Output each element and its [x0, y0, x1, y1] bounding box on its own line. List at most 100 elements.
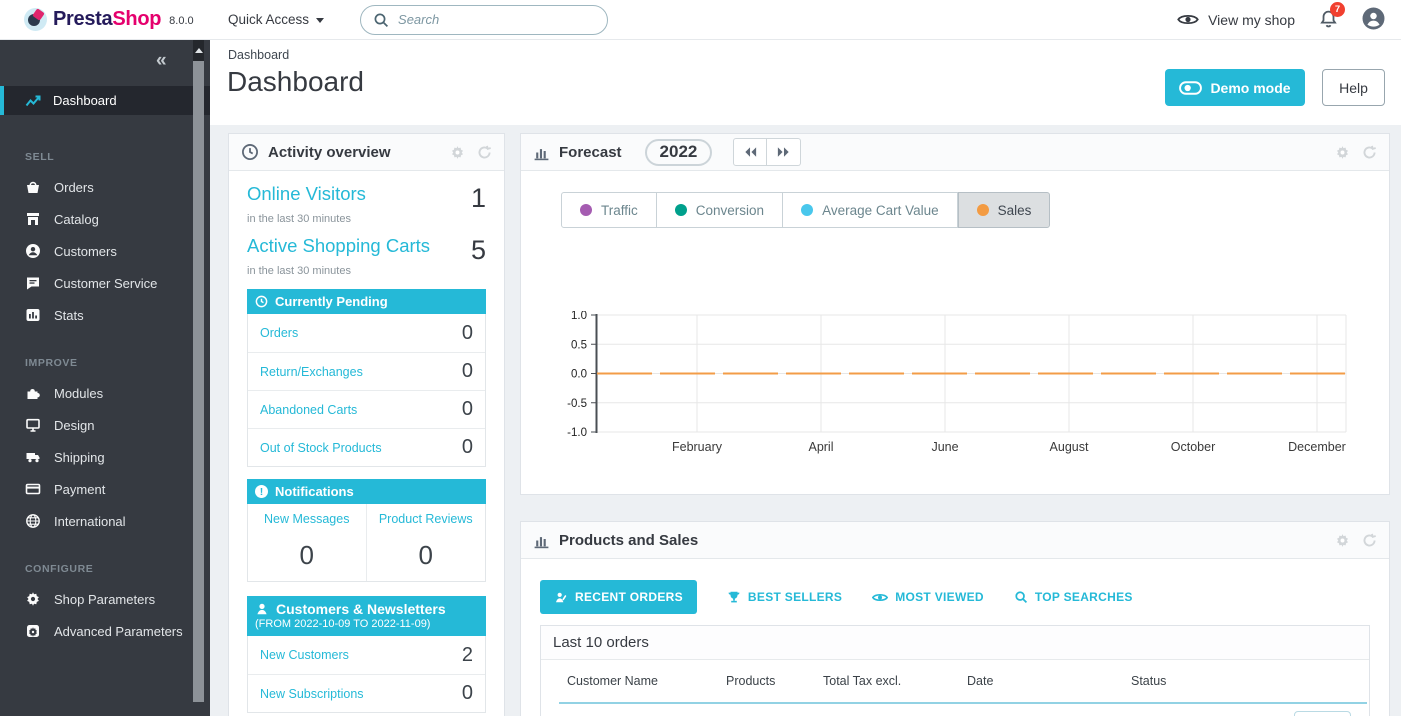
col-status: Status [1131, 674, 1166, 688]
active-carts-value: 5 [471, 237, 486, 264]
svg-text:October: October [1171, 440, 1215, 454]
activity-overview-panel: Activity overview Online Visitors 1 in t… [228, 133, 505, 716]
notifications-grid: New Messages 0 Product Reviews 0 [247, 504, 486, 582]
search-box[interactable] [360, 5, 608, 35]
page-header: Dashboard Dashboard Demo mode Help [210, 40, 1401, 125]
online-visitors-metric: Online Visitors 1 [247, 183, 486, 212]
new-customers-row: New Customers 2 [248, 636, 485, 674]
pending-outofstock-link[interactable]: Out of Stock Products [260, 441, 382, 455]
active-carts-label[interactable]: Active Shopping Carts [247, 235, 430, 257]
panel-refresh-icon[interactable] [1362, 533, 1377, 548]
credit-card-icon [25, 481, 41, 497]
svg-text:December: December [1288, 440, 1346, 454]
product-reviews-link[interactable]: Product Reviews [371, 512, 482, 526]
panel-settings-icon[interactable] [450, 145, 465, 160]
panel-refresh-icon[interactable] [1362, 145, 1377, 160]
pending-returns-link[interactable]: Return/Exchanges [260, 365, 363, 379]
forecast-next-button[interactable] [767, 138, 801, 166]
help-button[interactable]: Help [1322, 69, 1385, 106]
svg-text:February: February [672, 440, 723, 454]
sidebar-item-design[interactable]: Design [0, 409, 210, 441]
tab-top-searches[interactable]: TOP SEARCHES [1014, 590, 1133, 604]
user-avatar[interactable] [1362, 7, 1385, 35]
new-subscriptions-link[interactable]: New Subscriptions [260, 687, 364, 701]
sidebar-item-customers[interactable]: Customers [0, 235, 210, 267]
view-my-shop-link[interactable]: View my shop [1177, 12, 1295, 28]
brand-name: PrestaShop [53, 8, 161, 31]
forecast-panel-title: Forecast [559, 144, 622, 161]
quick-access-dropdown[interactable]: Quick Access [228, 12, 324, 27]
panel-refresh-icon[interactable] [477, 145, 492, 160]
sidebar-item-payment[interactable]: Payment [0, 473, 210, 505]
gear-square-icon [25, 623, 41, 639]
sidebar-item-shop-parameters[interactable]: Shop Parameters [0, 583, 210, 615]
puzzle-icon [25, 385, 41, 401]
forecast-prev-button[interactable] [733, 138, 767, 166]
demo-mode-button[interactable]: Demo mode [1165, 69, 1305, 106]
tab-recent-orders[interactable]: RECENT ORDERS [540, 580, 697, 614]
sidebar-item-catalog[interactable]: Catalog [0, 203, 210, 235]
sidebar-item-international[interactable]: International [0, 505, 210, 537]
products-tabs: RECENT ORDERS BEST SELLERS MOST VIEWED [540, 580, 1370, 614]
conversion-dot-icon [675, 204, 687, 216]
new-subscriptions-row: New Subscriptions 0 [248, 674, 485, 712]
tab-traffic[interactable]: Traffic [561, 192, 657, 228]
brand[interactable]: PrestaShop 8.0.0 [0, 8, 212, 31]
tab-sales[interactable]: Sales [958, 192, 1051, 228]
notification-count-badge: 7 [1330, 2, 1345, 17]
orders-table-header: Customer Name Products Total Tax excl. D… [541, 674, 1369, 694]
new-messages-link[interactable]: New Messages [252, 512, 362, 526]
online-visitors-sub: in the last 30 minutes [247, 213, 486, 225]
tab-conversion[interactable]: Conversion [657, 192, 783, 228]
chat-icon [25, 275, 41, 291]
sidebar-item-dashboard[interactable]: Dashboard [0, 86, 210, 115]
svg-text:April: April [808, 440, 833, 454]
person-circle-icon [25, 243, 41, 259]
search-input[interactable] [398, 12, 595, 27]
traffic-dot-icon [580, 204, 592, 216]
acv-dot-icon [801, 204, 813, 216]
pending-list: Orders 0 Return/Exchanges 0 Abandoned Ca… [247, 314, 486, 467]
scrollbar-thumb[interactable] [193, 61, 204, 702]
activity-panel-title: Activity overview [268, 144, 391, 161]
panel-settings-icon[interactable] [1335, 145, 1350, 160]
tab-most-viewed[interactable]: MOST VIEWED [872, 590, 984, 604]
forecast-year-pill[interactable]: 2022 [645, 139, 713, 166]
sidebar-section-improve: IMPROVE [0, 357, 210, 369]
sidebar-item-orders[interactable]: Orders [0, 171, 210, 203]
sidebar-item-modules[interactable]: Modules [0, 377, 210, 409]
sidebar-scrollbar [193, 40, 204, 716]
pending-returns-row: Return/Exchanges 0 [248, 352, 485, 390]
eye-icon [1177, 13, 1199, 26]
pending-orders-row: Orders 0 [248, 314, 485, 352]
monitor-icon [25, 417, 41, 433]
sidebar-collapse-button[interactable]: « [156, 50, 167, 72]
notifications-bell[interactable]: 7 [1319, 9, 1338, 33]
pending-abandoned-link[interactable]: Abandoned Carts [260, 403, 357, 417]
order-details-button[interactable] [1294, 711, 1351, 716]
new-customers-link[interactable]: New Customers [260, 648, 349, 662]
customers-list: New Customers 2 New Subscriptions 0 [247, 636, 486, 713]
sidebar-item-stats[interactable]: Stats [0, 299, 210, 331]
gear-icon [25, 591, 41, 607]
currently-pending-header: Currently Pending [247, 289, 486, 314]
scroll-up-button[interactable] [193, 40, 204, 61]
sidebar-item-shipping[interactable]: Shipping [0, 441, 210, 473]
prestashop-logo-icon [24, 8, 47, 31]
svg-text:1.0: 1.0 [571, 311, 587, 322]
sidebar-item-customer-service[interactable]: Customer Service [0, 267, 210, 299]
breadcrumb[interactable]: Dashboard [228, 48, 289, 62]
version-label: 8.0.0 [169, 15, 193, 27]
sidebar-item-advanced-parameters[interactable]: Advanced Parameters [0, 615, 210, 647]
sidebar: « Dashboard SELL Orders Catalog Customer… [0, 40, 210, 716]
tab-average-cart-value[interactable]: Average Cart Value [783, 192, 958, 228]
panel-settings-icon[interactable] [1335, 533, 1350, 548]
pending-orders-link[interactable]: Orders [260, 326, 298, 340]
trophy-icon [727, 590, 741, 604]
tab-best-sellers[interactable]: BEST SELLERS [727, 590, 842, 604]
product-reviews-cell: Product Reviews 0 [367, 504, 486, 581]
page-title: Dashboard [227, 66, 364, 98]
online-visitors-label[interactable]: Online Visitors [247, 183, 366, 205]
notifications-header: ! Notifications [247, 479, 486, 504]
new-messages-cell: New Messages 0 [248, 504, 367, 581]
